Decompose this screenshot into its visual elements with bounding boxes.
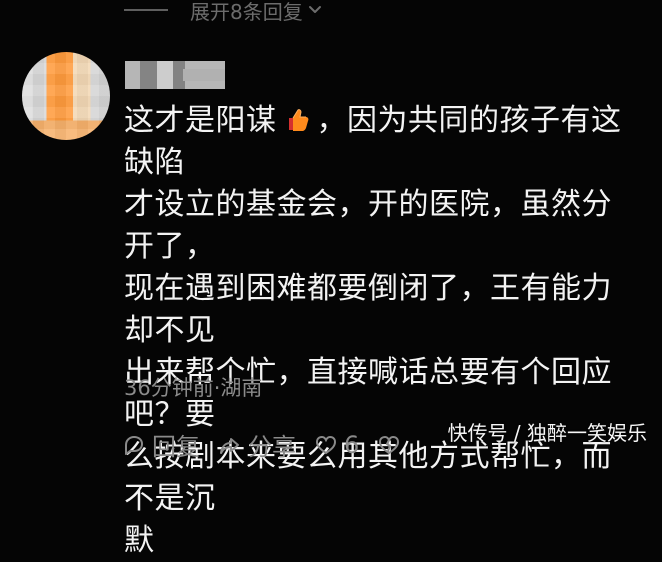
share-button[interactable]: 分享	[218, 427, 296, 462]
share-icon	[220, 437, 239, 454]
reply-icon	[125, 435, 143, 455]
chevron-down-icon	[308, 6, 321, 13]
username-pixelated[interactable]	[125, 61, 225, 89]
dislike-button[interactable]	[377, 433, 401, 457]
comment-text-rest: ，因为共同的孩子有这缺陷 才设立的基金会，开的医院，虽然分开了， 现在遇到困难都…	[124, 103, 622, 558]
comment-text: 这才是阳谋 ，因为共同的孩子有这缺陷 才设立的基金会，开的医院，虽然分开了， 现…	[124, 100, 634, 562]
thumbs-up-icon	[288, 109, 308, 131]
heart-icon	[315, 435, 337, 454]
broken-heart-icon	[379, 435, 400, 454]
watermark: 快传号 / 独醉一笑娱乐	[447, 421, 647, 445]
expand-line	[124, 9, 168, 11]
avatar[interactable]	[22, 52, 110, 140]
expand-replies-label: 展开8条回复	[190, 0, 303, 24]
comment-actions: 回复 分享 6	[122, 427, 401, 462]
reply-button[interactable]: 回复	[122, 427, 200, 462]
share-label: 分享	[248, 433, 296, 461]
comment-meta: 36分钟前·湖南	[124, 376, 263, 400]
like-count: 6	[344, 430, 360, 459]
comment-text-start: 这才是阳谋	[124, 103, 277, 138]
reply-label: 回复	[152, 433, 200, 461]
expand-replies-button[interactable]: 展开8条回复	[124, 0, 323, 24]
like-button[interactable]: 6	[314, 431, 359, 459]
